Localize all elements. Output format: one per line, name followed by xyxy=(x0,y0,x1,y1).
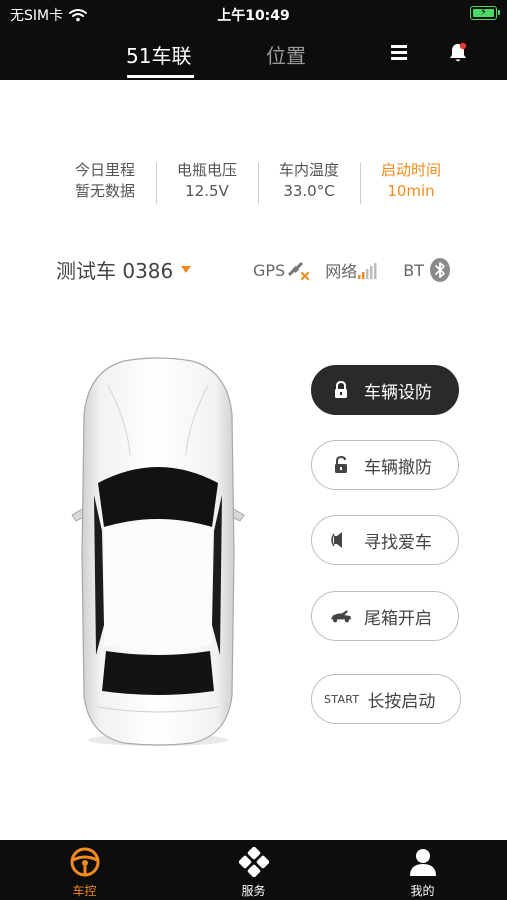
stat-value: 33.0°C xyxy=(283,182,335,200)
open-trunk-label: 尾箱开启 xyxy=(364,608,432,629)
stat-mileage: 今日里程 暂无数据 xyxy=(54,160,156,208)
remote-start-label: 长按启动 xyxy=(367,691,436,712)
disarm-vehicle-label: 车辆撤防 xyxy=(364,457,432,478)
stat-start-time: 启动时间 10min xyxy=(360,160,462,208)
dropdown-caret-icon xyxy=(181,266,192,273)
car-top-view-image xyxy=(71,357,245,746)
stat-label: 电瓶电压 xyxy=(176,161,237,179)
find-car-button[interactable]: 寻找爱车 xyxy=(311,515,459,565)
stat-value: 暂无数据 xyxy=(74,182,135,200)
start-tag: START xyxy=(324,692,360,706)
tab-vehicle-control[interactable]: 车控 xyxy=(0,840,169,900)
lock-closed-icon xyxy=(330,379,352,401)
gps-label: GPS xyxy=(253,260,286,280)
tab-label: 服务 xyxy=(241,884,266,898)
find-car-label: 寻找爱车 xyxy=(364,532,432,553)
remote-start-button[interactable]: START 长按启动 xyxy=(311,674,461,724)
bluetooth-icon xyxy=(429,258,450,282)
horn-icon xyxy=(330,529,352,551)
bluetooth-indicator: BT xyxy=(403,257,452,283)
stat-label: 车内温度 xyxy=(278,161,339,179)
status-bar: 无SIM卡 上午10:49 ⚡ xyxy=(0,0,507,28)
arm-vehicle-button[interactable]: 车辆设防 xyxy=(311,365,459,415)
tab-profile[interactable]: 我的 xyxy=(338,840,507,900)
bottom-tab-bar: 车控 服务 我的 xyxy=(0,840,507,900)
battery-charging-icon: ⚡ xyxy=(470,6,500,20)
active-tab-indicator xyxy=(127,75,194,78)
bell-icon[interactable] xyxy=(448,42,468,64)
tab-location[interactable]: 位置 xyxy=(266,40,306,69)
stat-cabin-temperature: 车内温度 33.0°C xyxy=(258,160,360,208)
steering-wheel-icon xyxy=(69,846,101,878)
tab-services[interactable]: 服务 xyxy=(169,840,338,900)
disarm-vehicle-button[interactable]: 车辆撤防 xyxy=(311,440,459,490)
network-label: 网络 xyxy=(325,262,358,281)
menu-icon[interactable] xyxy=(391,45,407,60)
tab-label: 车控 xyxy=(72,884,97,898)
stat-battery-voltage: 电瓶电压 12.5V xyxy=(156,160,258,208)
stat-label: 今日里程 xyxy=(74,161,135,179)
app-header: 无SIM卡 上午10:49 ⚡ 51车联 位置 xyxy=(0,0,507,80)
network-indicator: 网络 xyxy=(325,258,377,282)
stat-value: 12.5V xyxy=(185,182,229,200)
vehicle-stats: 今日里程 暂无数据 电瓶电压 12.5V 车内温度 33.0°C 启动时间 10… xyxy=(54,160,474,208)
services-clover-icon xyxy=(238,846,270,878)
vehicle-row: 测试车 0386 GPS 网络 BT xyxy=(0,252,507,284)
open-trunk-button[interactable]: 尾箱开启 xyxy=(311,591,459,641)
lock-open-icon xyxy=(330,454,352,476)
tab-51chelian[interactable]: 51车联 xyxy=(126,40,191,69)
user-profile-icon xyxy=(407,846,439,878)
stat-label: 启动时间 xyxy=(380,161,441,179)
vehicle-selector[interactable]: 测试车 0386 xyxy=(56,255,192,284)
stat-value: 10min xyxy=(387,182,435,200)
tab-label: 我的 xyxy=(410,884,435,898)
gps-indicator: GPS xyxy=(253,259,310,281)
signal-strength-icon xyxy=(358,263,377,279)
status-time: 上午10:49 xyxy=(217,8,290,24)
bluetooth-label: BT xyxy=(403,260,424,280)
arm-vehicle-label: 车辆设防 xyxy=(364,382,432,403)
gps-satellite-off-icon xyxy=(288,261,310,280)
trunk-open-icon xyxy=(330,605,352,627)
vehicle-name: 测试车 0386 xyxy=(56,259,174,283)
top-navbar: 51车联 位置 xyxy=(0,28,507,80)
connection-indicators: GPS 网络 BT xyxy=(253,257,452,283)
